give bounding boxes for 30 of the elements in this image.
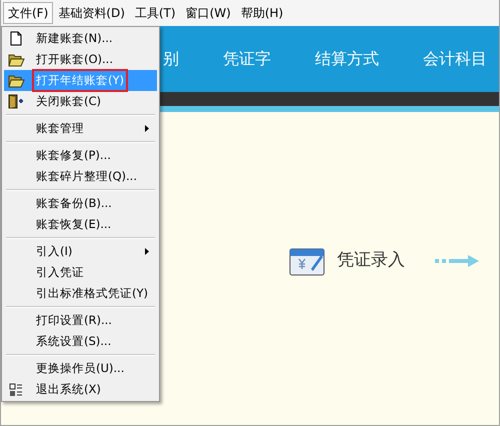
menu-item[interactable]: 打印设置(R)... (4, 310, 157, 331)
menu-item[interactable]: 新建账套(N)... (4, 28, 157, 49)
menu-item[interactable]: 账套恢复(E)... (4, 214, 157, 235)
menu-item[interactable]: 引入(I) (4, 241, 157, 262)
menu-item[interactable]: 打开账套(O)... (4, 49, 157, 70)
arrow-icon (435, 255, 479, 267)
menu-item[interactable]: 账套修复(P)... (4, 145, 157, 166)
menu-item[interactable]: 帮助(H) (236, 2, 288, 24)
menu-item[interactable]: 系统设置(S)... (4, 331, 157, 352)
folder-icon (8, 74, 24, 88)
menu-item[interactable]: 引入凭证 (4, 262, 157, 283)
door-icon (8, 94, 24, 109)
menu-item[interactable]: 账套管理 (4, 118, 157, 139)
workflow-label: 凭证录入 (337, 249, 405, 272)
menu-item[interactable]: 引出标准格式凭证(Y) (4, 283, 157, 304)
document-icon (10, 31, 22, 46)
menu-item[interactable]: 窗口(W) (180, 2, 236, 24)
folder-icon (8, 52, 24, 66)
menu-item[interactable]: 关闭账套(C) (4, 91, 157, 112)
menu-item[interactable]: 更换操作员(U)... (4, 358, 157, 379)
menu-item[interactable]: 账套备份(B)... (4, 193, 157, 214)
exit-icon (9, 382, 23, 396)
submenu-arrow-icon (145, 125, 149, 132)
menu-item[interactable]: 工具(T) (130, 2, 181, 24)
calendar-icon[interactable] (289, 246, 327, 276)
menu-item[interactable]: 基础资料(D) (53, 2, 130, 24)
menu-item[interactable]: 文件(F) (3, 2, 54, 24)
menu-item[interactable]: 账套碎片整理(Q)... (4, 166, 157, 187)
menu-item[interactable]: 退出系统(X) (4, 379, 157, 400)
submenu-arrow-icon (145, 248, 149, 255)
